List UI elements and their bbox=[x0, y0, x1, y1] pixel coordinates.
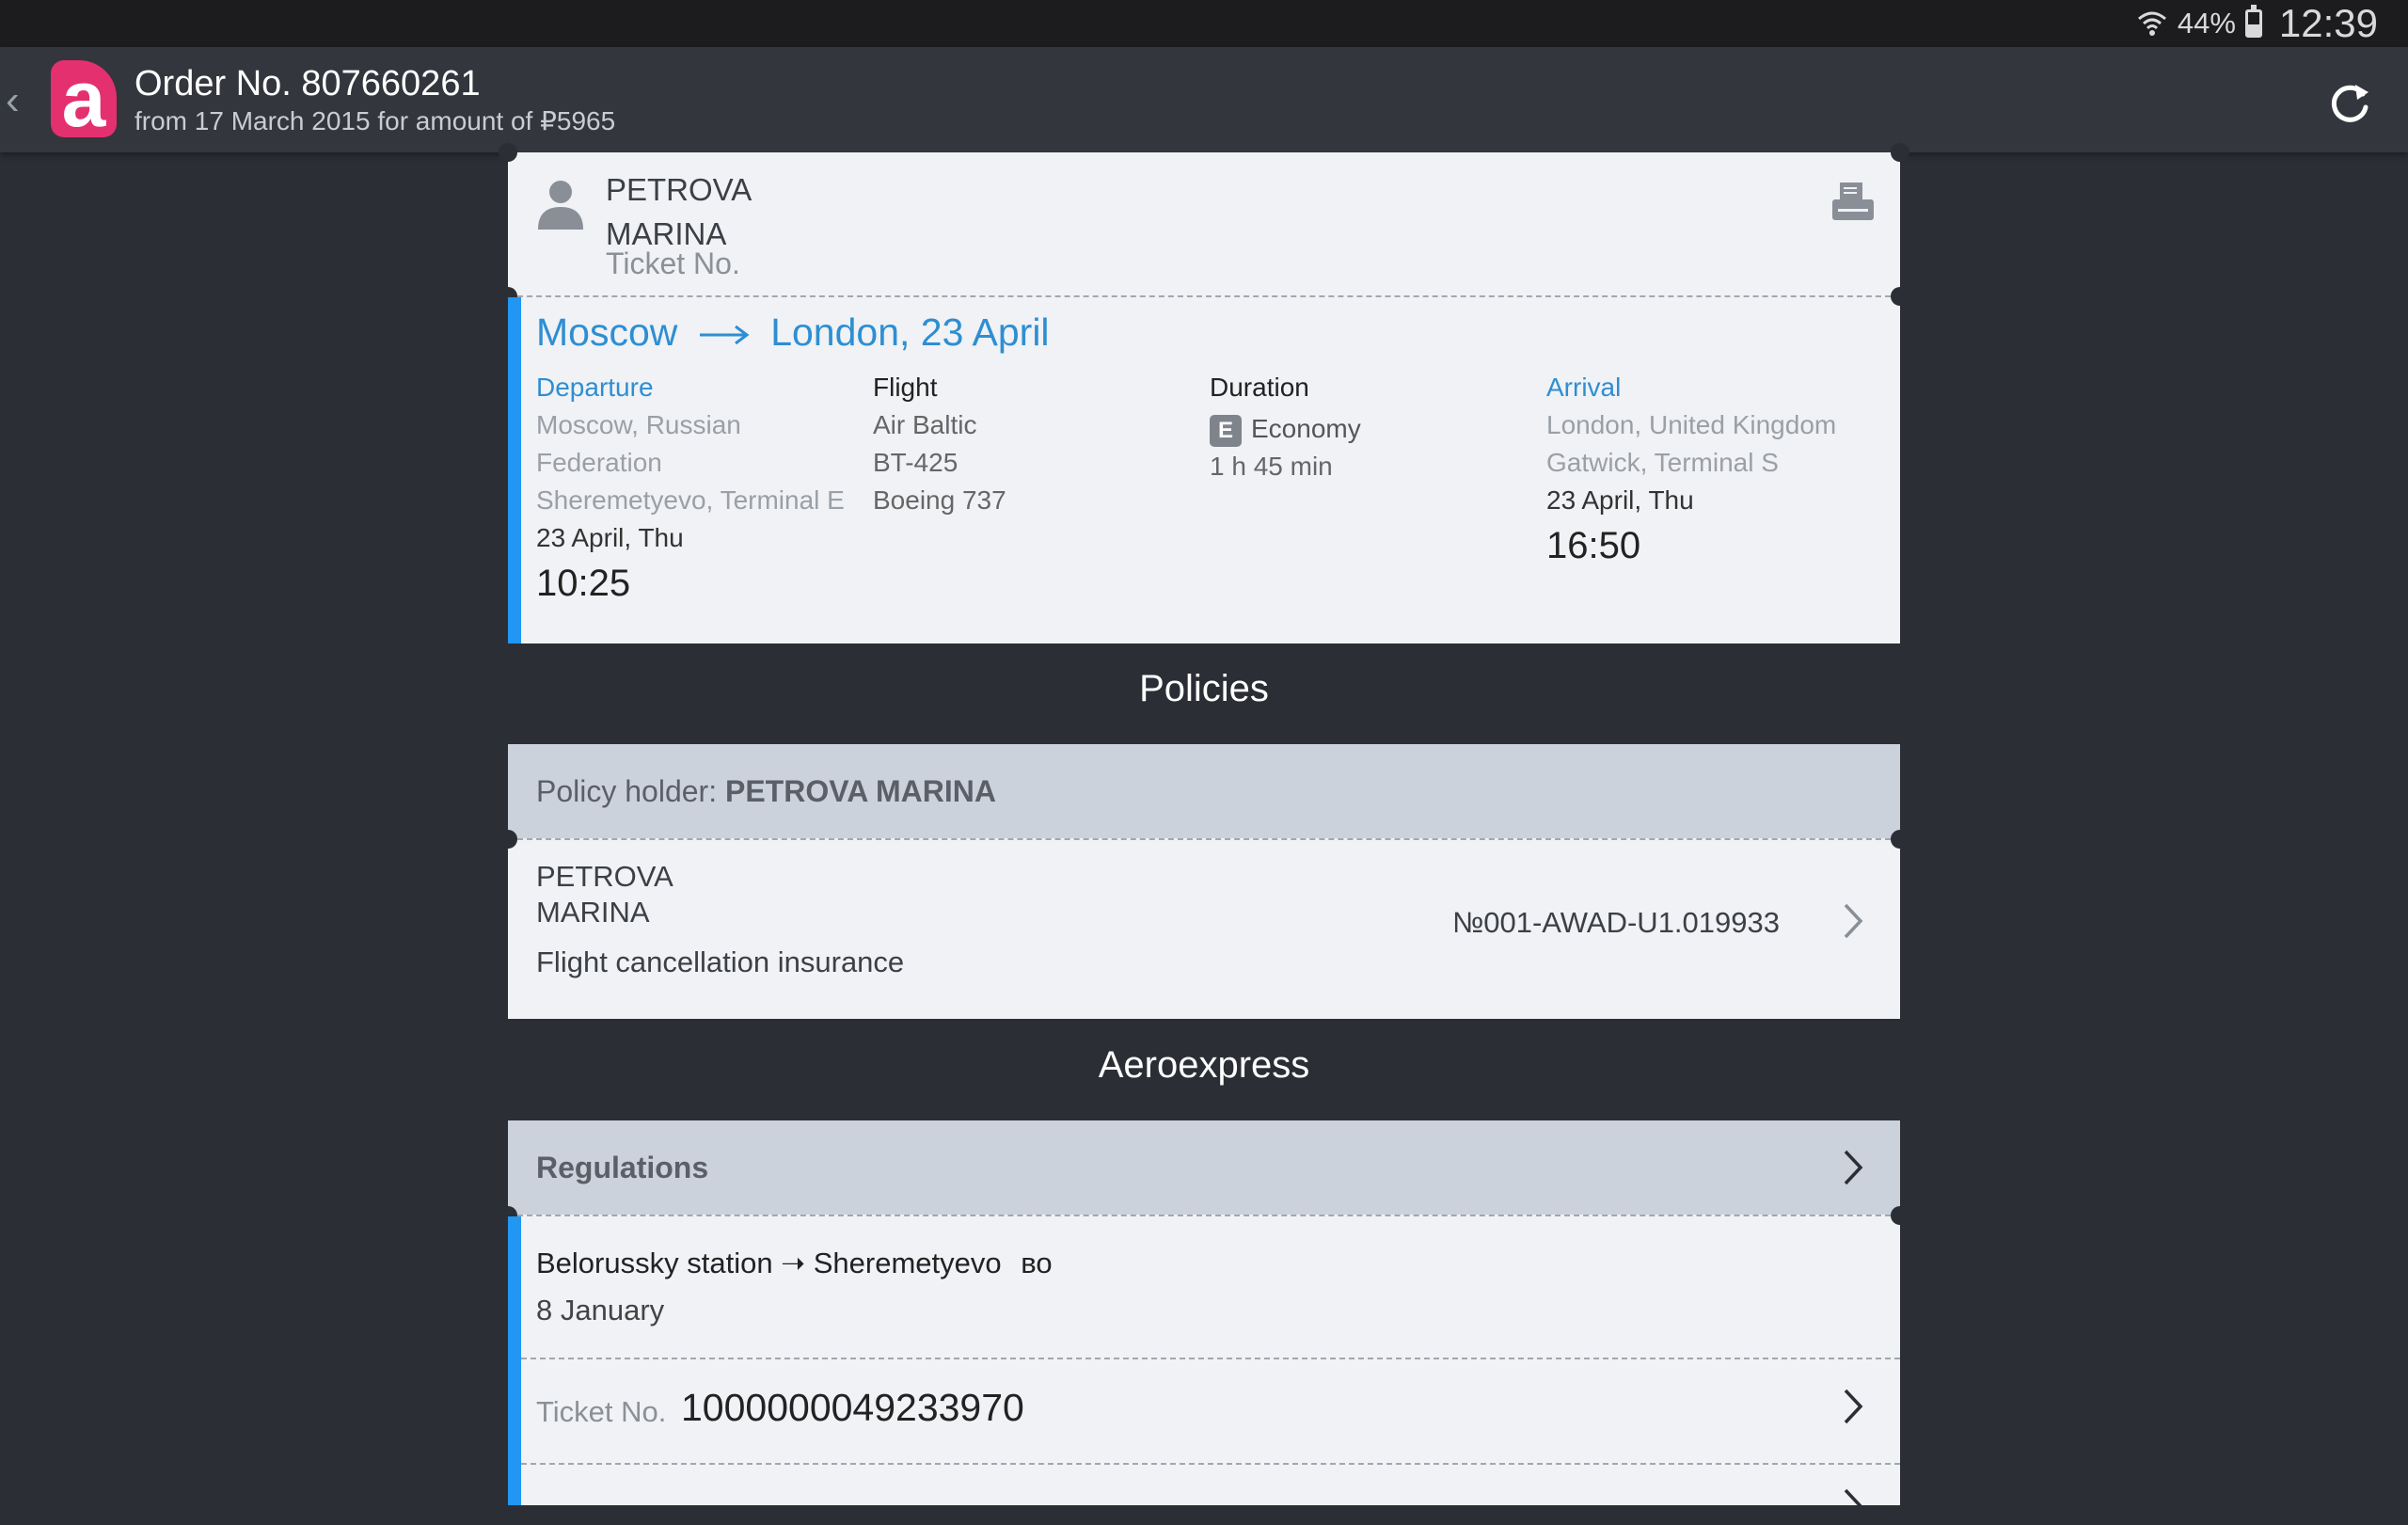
policy-type: Flight cancellation insurance bbox=[536, 945, 905, 978]
passenger-surname: PETROVA bbox=[606, 172, 752, 207]
flight-column: Flight Air Baltic BT-425 Boeing 737 bbox=[873, 369, 1006, 519]
ticket-divider bbox=[508, 295, 1900, 297]
arrival-airport: Gatwick, Terminal S bbox=[1546, 448, 1779, 477]
ticket-notch bbox=[1891, 287, 1909, 306]
aeroexpress-route-text: Belorussky station ➝ Sheremetyevo bbox=[536, 1247, 1002, 1279]
order-title: Order No. 807660261 bbox=[135, 64, 481, 103]
battery-percent: 44% bbox=[2177, 7, 2236, 40]
passenger-ticket-label: Ticket No. bbox=[606, 246, 740, 280]
departure-country: Federation bbox=[536, 448, 662, 477]
policy-card: Policy holder: PETROVA MARINA PETROVA MA… bbox=[499, 744, 1909, 1019]
aeroexpress-ticket-row[interactable]: Ticket No. 1000000049233970 bbox=[521, 1359, 1900, 1457]
route-title: Moscow London, 23 April bbox=[536, 310, 1050, 355]
aeroexpress-date: 8 January bbox=[536, 1294, 665, 1326]
aeroexpress-divider bbox=[508, 1215, 1900, 1216]
arrow-right-icon bbox=[699, 325, 750, 345]
duration-heading: Duration bbox=[1210, 373, 1309, 402]
arrival-city: London, United Kingdom bbox=[1546, 410, 1837, 439]
departure-date: 23 April, Thu bbox=[536, 523, 684, 552]
fare-class-name: Economy bbox=[1251, 414, 1361, 443]
aeroexpress-ticket-label: Ticket No. bbox=[536, 1395, 667, 1428]
policy-holder: Policy holder: PETROVA MARINA bbox=[536, 774, 996, 809]
aeroexpress-route: Belorussky station ➝ Sheremetyevo во bbox=[536, 1247, 1053, 1280]
chevron-right-icon[interactable] bbox=[1842, 1388, 1864, 1425]
policy-insured-given-name: MARINA bbox=[536, 896, 650, 929]
refresh-icon[interactable] bbox=[2325, 79, 2374, 128]
policies-heading: Policies bbox=[1139, 668, 1269, 709]
arrival-column: Arrival London, United Kingdom Gatwick, … bbox=[1546, 369, 1836, 572]
departure-heading: Departure bbox=[536, 373, 654, 402]
route-origin: Moscow bbox=[536, 310, 678, 354]
flight-ticket-card: PETROVA MARINA Ticket No. Moscow London,… bbox=[499, 143, 1909, 643]
app-bar: ‹ a Order No. 807660261 from 17 March 20… bbox=[0, 47, 2408, 152]
aeroexpress-accent-bar bbox=[508, 1216, 521, 1505]
flight-duration: 1 h 45 min bbox=[1210, 452, 1333, 481]
aeroexpress-row-divider bbox=[521, 1463, 1900, 1465]
arrival-time: 16:50 bbox=[1546, 525, 1641, 566]
policy-insured-surname: PETROVA bbox=[536, 860, 673, 893]
regulations-header[interactable]: Regulations bbox=[508, 1120, 1900, 1215]
policy-holder-header: Policy holder: PETROVA MARINA bbox=[508, 744, 1900, 838]
wifi-icon bbox=[2137, 11, 2166, 36]
passenger-name: PETROVA MARINA bbox=[606, 167, 752, 256]
aeroexpress-card: Regulations Belorussky station ➝ Shereme… bbox=[499, 1120, 1909, 1524]
clock: 12:39 bbox=[2278, 1, 2378, 45]
order-subtitle: from 17 March 2015 for amount of ₽5965 bbox=[135, 106, 616, 135]
regulations-label: Regulations bbox=[536, 1151, 709, 1184]
departure-time: 10:25 bbox=[536, 563, 631, 604]
ticket-notch bbox=[1891, 1206, 1909, 1225]
chevron-right-icon[interactable] bbox=[1842, 902, 1864, 940]
back-chevron-icon[interactable]: ‹ bbox=[6, 77, 20, 124]
app-logo[interactable]: a bbox=[51, 59, 117, 138]
arrival-heading: Arrival bbox=[1546, 373, 1622, 402]
fare-class: E Economy bbox=[1210, 410, 1361, 448]
policy-insured: PETROVA MARINA bbox=[536, 859, 673, 930]
chevron-right-icon[interactable] bbox=[1842, 1149, 1864, 1186]
departure-city: Moscow, Russian bbox=[536, 410, 741, 439]
policy-holder-name: PETROVA MARINA bbox=[724, 774, 996, 808]
policy-row[interactable]: PETROVA MARINA Flight cancellation insur… bbox=[508, 840, 1900, 1019]
policy-holder-label: Policy holder: bbox=[536, 774, 725, 808]
policy-number: №001-AWAD-U1.019933 bbox=[1451, 906, 1780, 939]
passenger-icon bbox=[538, 181, 583, 230]
flight-number: BT-425 bbox=[873, 448, 958, 477]
battery-icon bbox=[2244, 5, 2262, 38]
fare-class-badge: E bbox=[1210, 414, 1242, 447]
airline-name: Air Baltic bbox=[873, 410, 977, 439]
departure-airport: Sheremetyevo, Terminal E bbox=[536, 485, 845, 515]
chevron-right-icon[interactable] bbox=[1842, 1487, 1864, 1525]
aircraft-type: Boeing 737 bbox=[873, 485, 1006, 515]
ticket-notch bbox=[1891, 143, 1909, 162]
status-bar: 44% 12:39 bbox=[0, 0, 2408, 47]
route-destination-date: London, 23 April bbox=[770, 310, 1050, 354]
segment-accent-bar bbox=[508, 297, 521, 643]
duration-column: Duration E Economy 1 h 45 min bbox=[1210, 369, 1361, 485]
aeroexpress-route-suffix: во bbox=[1021, 1247, 1053, 1279]
flight-heading: Flight bbox=[873, 373, 938, 402]
departure-column: Departure Moscow, Russian Federation She… bbox=[536, 369, 845, 610]
arrival-date: 23 April, Thu bbox=[1546, 485, 1694, 515]
aeroexpress-heading: Aeroexpress bbox=[1098, 1044, 1310, 1086]
ticket-notch bbox=[499, 143, 517, 162]
aeroexpress-ticket-number: 1000000049233970 bbox=[681, 1386, 1024, 1429]
printer-icon[interactable] bbox=[1832, 183, 1874, 222]
